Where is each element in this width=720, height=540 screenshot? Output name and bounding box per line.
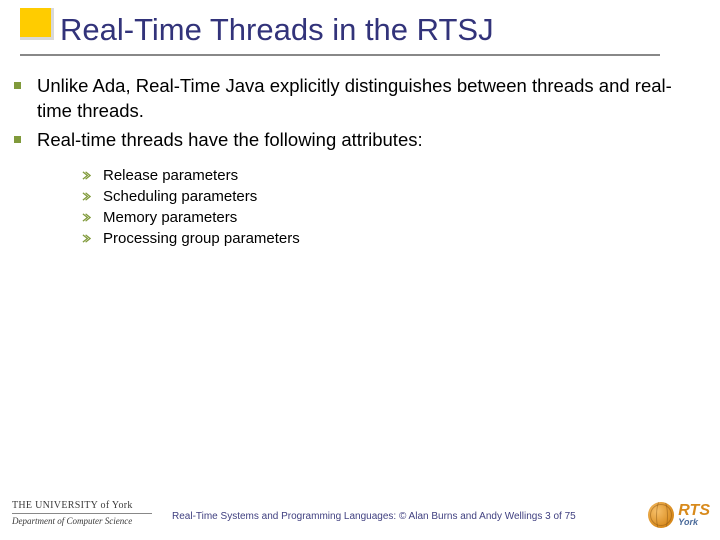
- list-item: Processing group parameters: [82, 230, 700, 247]
- university-logo: THE UNIVERSITY of York Department of Com…: [12, 500, 152, 526]
- square-bullet-icon: [14, 136, 21, 143]
- sub-bullet-text: Memory parameters: [103, 209, 237, 226]
- list-item: Unlike Ada, Real-Time Java explicitly di…: [14, 74, 700, 124]
- rts-sublabel: York: [678, 518, 710, 527]
- list-item: Memory parameters: [82, 209, 700, 226]
- footer: THE UNIVERSITY of York Department of Com…: [0, 486, 720, 540]
- department-name: Department of Computer Science: [12, 516, 152, 526]
- divider: [12, 513, 152, 514]
- rts-text-block: RTS York: [678, 503, 710, 527]
- sub-list: Release parameters Scheduling parameters…: [14, 157, 700, 247]
- page-number: 3 of 75: [545, 511, 576, 522]
- sub-bullet-text: Processing group parameters: [103, 230, 300, 247]
- title-decorative-square: [20, 8, 54, 40]
- chevron-right-icon: [82, 234, 91, 243]
- list-item: Real-time threads have the following att…: [14, 128, 700, 153]
- university-name: THE UNIVERSITY of York: [12, 500, 152, 511]
- globe-icon: [648, 502, 674, 528]
- list-item: Release parameters: [82, 167, 700, 184]
- chevron-right-icon: [82, 192, 91, 201]
- sub-bullet-text: Scheduling parameters: [103, 188, 257, 205]
- slide-content: Unlike Ada, Real-Time Java explicitly di…: [0, 56, 720, 247]
- rts-logo: RTS York: [648, 502, 710, 528]
- chevron-right-icon: [82, 171, 91, 180]
- footer-credit: Real-Time Systems and Programming Langua…: [172, 511, 576, 522]
- sub-bullet-text: Release parameters: [103, 167, 238, 184]
- credit-text: Real-Time Systems and Programming Langua…: [172, 511, 542, 522]
- list-item: Scheduling parameters: [82, 188, 700, 205]
- slide-title: Real-Time Threads in the RTSJ: [60, 12, 720, 48]
- bullet-text: Unlike Ada, Real-Time Java explicitly di…: [37, 74, 700, 124]
- chevron-right-icon: [82, 213, 91, 222]
- title-area: Real-Time Threads in the RTSJ: [0, 0, 720, 48]
- bullet-text: Real-time threads have the following att…: [37, 128, 423, 153]
- square-bullet-icon: [14, 82, 21, 89]
